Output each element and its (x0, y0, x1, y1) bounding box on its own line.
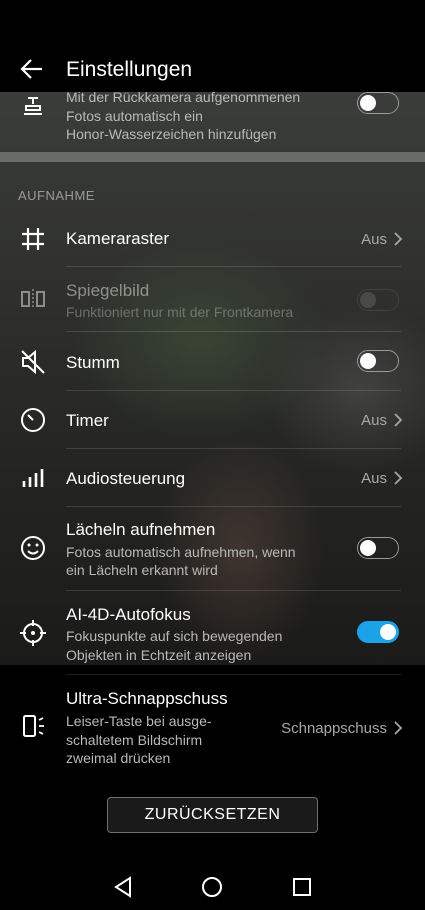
divider (66, 331, 401, 332)
timer-icon (21, 408, 45, 432)
mute-label: Stumm (66, 353, 120, 372)
watermark-icon (24, 97, 42, 115)
watermark-subtitle-2: Fotos automatisch ein (66, 108, 203, 124)
section-label: AUFNAHME (18, 188, 95, 203)
divider (66, 506, 401, 507)
smile-toggle[interactable] (357, 537, 399, 559)
focus-target-icon (20, 620, 46, 646)
smile-label: Lächeln aufnehmen (66, 520, 216, 539)
snapshot-row[interactable]: Ultra-Schnappschuss Leiser-Taste bei aus… (0, 676, 425, 770)
af-subtitle-2: Objekten in Echtzeit anzeigen (66, 647, 252, 663)
af-subtitle-1: Fokuspunkte auf sich bewegenden (66, 628, 283, 644)
audio-control-icon (22, 469, 44, 487)
af-toggle[interactable] (357, 621, 399, 643)
app-header: Einstellungen (0, 0, 425, 92)
timer-label: Timer (66, 411, 109, 430)
audio-row[interactable]: Audiosteuerung Aus (0, 450, 425, 506)
grid-row[interactable]: Kameraraster Aus (0, 212, 425, 266)
mirror-toggle (357, 289, 399, 311)
divider (66, 590, 401, 591)
divider (66, 390, 401, 391)
reset-button[interactable]: ZURÜCKSETZEN (107, 797, 318, 833)
chevron-right-icon (394, 721, 403, 735)
back-arrow-icon[interactable] (18, 55, 46, 83)
smile-subtitle-1: Fotos automatisch aufnehmen, wenn (66, 544, 296, 560)
smile-subtitle-2: ein Lächeln erkannt wird (66, 562, 218, 578)
divider (66, 448, 401, 449)
audio-value: Aus (361, 470, 387, 487)
mirror-subtitle: Funktioniert nur mit der Frontkamera (66, 304, 294, 320)
grid-value: Aus (361, 231, 387, 248)
af-label: AI-4D-Autofokus (66, 605, 191, 624)
mute-icon (21, 349, 45, 375)
mirror-icon (21, 289, 45, 309)
quick-snapshot-icon (23, 715, 44, 737)
audio-label: Audiosteuerung (66, 469, 186, 488)
watermark-row[interactable]: Mit der Rückkamera aufgenommenen Fotos a… (0, 88, 425, 150)
mute-row[interactable]: Stumm (0, 334, 425, 390)
nav-home-icon[interactable] (197, 872, 227, 902)
timer-value: Aus (361, 412, 387, 429)
watermark-subtitle-3: Honor-Wasserzeichen hinzufügen (66, 126, 277, 142)
smile-row[interactable]: Lächeln aufnehmen Fotos automatisch aufn… (0, 508, 425, 588)
nav-back-icon[interactable] (108, 872, 138, 902)
snapshot-value: Schnappschuss (281, 720, 387, 737)
page-title: Einstellungen (66, 58, 193, 81)
divider (66, 266, 401, 267)
timer-row[interactable]: Timer Aus (0, 392, 425, 448)
grid-label: Kameraraster (66, 229, 169, 248)
nav-recents-icon[interactable] (287, 872, 317, 902)
chevron-right-icon (394, 232, 403, 246)
chevron-right-icon (394, 471, 403, 485)
mute-toggle[interactable] (357, 350, 399, 372)
snapshot-subtitle-3: zweimal drücken (66, 750, 171, 766)
smile-icon (21, 536, 45, 560)
divider (66, 674, 401, 675)
snapshot-label: Ultra-Schnappschuss (66, 689, 228, 708)
mirror-row: Spiegelbild Funktioniert nur mit der Fro… (0, 270, 425, 328)
chevron-right-icon (394, 413, 403, 427)
grid-icon (22, 228, 44, 250)
watermark-toggle[interactable] (357, 92, 399, 114)
af-row[interactable]: AI-4D-Autofokus Fokuspunkte auf sich bew… (0, 592, 425, 668)
mirror-label: Spiegelbild (66, 281, 150, 300)
